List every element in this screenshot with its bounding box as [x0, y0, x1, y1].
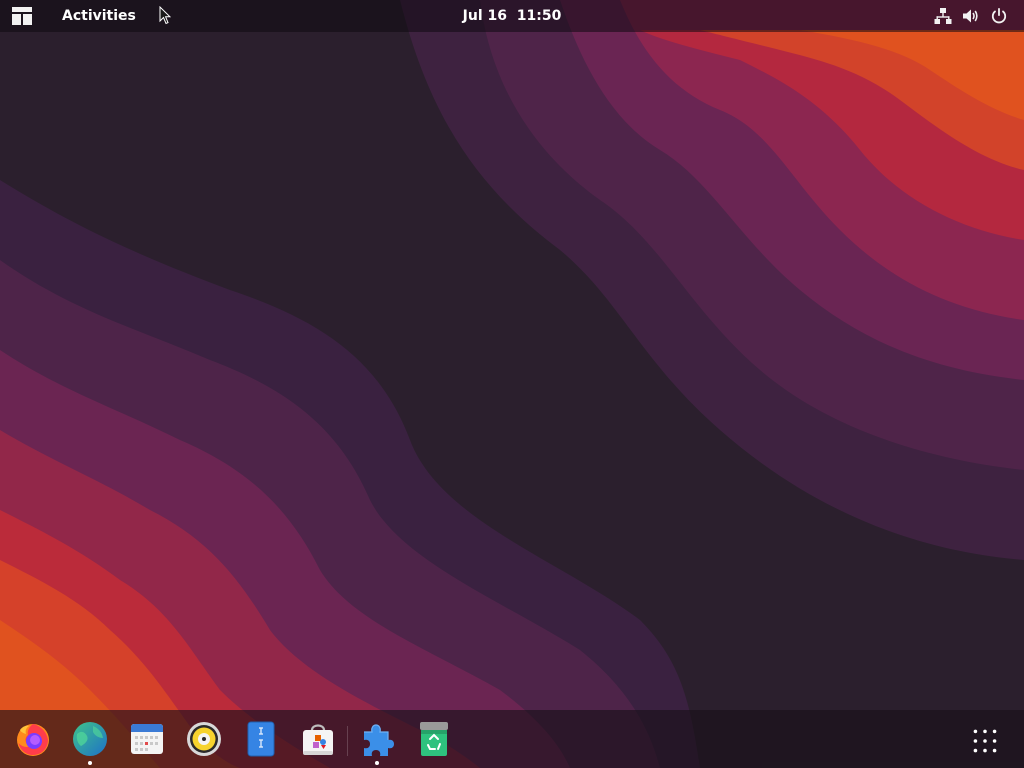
show-apps-grid-icon — [973, 729, 997, 753]
activities-button[interactable]: Activities — [62, 0, 136, 32]
clock-button[interactable]: Jul 16 11:50 — [463, 8, 562, 24]
extensions-puzzle-icon — [364, 724, 394, 756]
dock-item-rhythmbox[interactable] — [185, 720, 223, 758]
running-indicator — [375, 761, 379, 765]
calendar-icon — [131, 724, 163, 754]
network-wired-icon[interactable] — [934, 7, 952, 25]
top-bar: Activities Jul 16 11:50 — [0, 0, 1024, 32]
dock-item-calendar[interactable] — [128, 720, 166, 758]
running-indicator — [88, 761, 92, 765]
dock-item-software[interactable] — [299, 720, 337, 758]
rhythmbox-speaker-icon — [187, 722, 221, 756]
globe-browser-icon — [73, 722, 107, 756]
dock-item-document-viewer[interactable] — [242, 720, 280, 758]
volume-icon[interactable] — [962, 7, 980, 25]
firefox-icon — [17, 724, 49, 756]
trash-icon — [420, 722, 448, 756]
dock-item-firefox[interactable] — [14, 720, 52, 758]
desktop-wallpaper — [0, 0, 1024, 768]
mouse-pointer-icon — [159, 6, 171, 25]
system-tray[interactable] — [934, 7, 1008, 25]
software-store-icon — [303, 724, 333, 755]
clock-date: Jul 16 — [462, 8, 507, 24]
clock: Jul 16 11:50 — [0, 0, 1024, 32]
dock — [0, 710, 1024, 768]
dock-separator — [347, 726, 348, 756]
power-icon[interactable] — [990, 7, 1008, 25]
dock-item-trash[interactable] — [415, 720, 453, 758]
show-apps-button[interactable] — [972, 728, 1010, 766]
clock-time: 11:50 — [516, 8, 562, 24]
dock-item-extensions[interactable] — [358, 720, 396, 765]
window-menu-icon[interactable] — [12, 7, 32, 25]
document-viewer-icon — [247, 721, 275, 757]
dock-item-browser[interactable] — [71, 720, 109, 765]
